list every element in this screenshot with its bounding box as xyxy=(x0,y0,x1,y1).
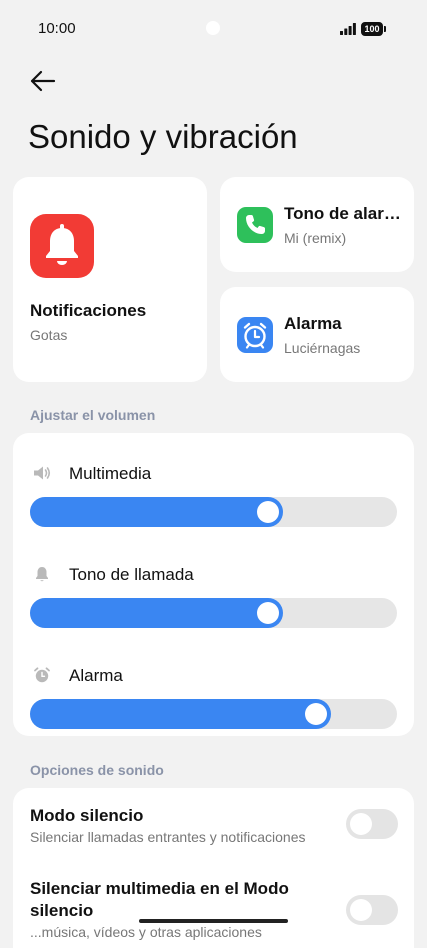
multimedia-volume-slider[interactable] xyxy=(30,497,397,527)
bell-icon xyxy=(30,214,94,278)
front-camera xyxy=(206,21,220,35)
alarm-clock-icon xyxy=(34,667,50,683)
mute-media-title: Silenciar multimedia en el Modo silencio xyxy=(30,879,289,920)
silent-mode-title: Modo silencio xyxy=(30,806,144,825)
status-time: 10:00 xyxy=(38,20,76,37)
notifications-title: Notificaciones xyxy=(30,301,147,320)
slider-thumb[interactable] xyxy=(257,501,279,523)
battery-icon: 100 xyxy=(361,22,386,36)
arrow-left-icon xyxy=(30,70,56,92)
volume-row-alarm: Alarma xyxy=(13,645,414,735)
mute-media-subtitle: ...música, vídeos y otras aplicaciones xyxy=(30,924,262,940)
toggle-knob xyxy=(350,899,372,921)
alarm-tone-card[interactable]: Tono de alarma Mi (remix) xyxy=(220,177,414,272)
slider-thumb[interactable] xyxy=(305,703,327,725)
mute-media-toggle[interactable] xyxy=(346,895,398,925)
alarm-volume-slider[interactable] xyxy=(30,699,397,729)
slider-fill xyxy=(30,699,331,729)
volume-label: Tono de llamada xyxy=(69,565,194,584)
alarm-tone-title: Tono de alarma xyxy=(284,204,406,223)
ringtone-volume-slider[interactable] xyxy=(30,598,397,628)
volume-label: Multimedia xyxy=(69,464,152,483)
bell-icon xyxy=(36,567,48,582)
home-indicator[interactable] xyxy=(139,919,288,923)
silent-mode-subtitle: Silenciar llamadas entrantes y notificac… xyxy=(30,829,306,845)
signal-icon xyxy=(340,23,356,35)
volume-row-multimedia: Multimedia xyxy=(13,443,414,533)
sound-options-card: Modo silencio Silenciar llamadas entrant… xyxy=(13,788,414,948)
speaker-icon xyxy=(34,466,51,480)
notifications-card[interactable]: Notificaciones Gotas xyxy=(13,177,207,382)
alarm-title: Alarma xyxy=(284,314,342,333)
alarm-tone-subtitle: Mi (remix) xyxy=(284,230,347,246)
notifications-subtitle: Gotas xyxy=(30,327,68,343)
page-title: Sonido y vibración xyxy=(28,118,298,155)
slider-thumb[interactable] xyxy=(257,602,279,624)
alarm-subtitle: Luciérnagas xyxy=(284,340,361,356)
volume-label: Alarma xyxy=(69,666,123,685)
slider-fill xyxy=(30,598,283,628)
volume-card: Multimedia Tono de llamada Alarma xyxy=(13,433,414,736)
phone-icon xyxy=(237,207,273,243)
slider-fill xyxy=(30,497,283,527)
alarm-card[interactable]: Alarma Luciérnagas xyxy=(220,287,414,382)
status-bar: 10:00 100 xyxy=(0,0,427,56)
silent-mode-toggle[interactable] xyxy=(346,809,398,839)
toggle-knob xyxy=(350,813,372,835)
volume-row-ringtone: Tono de llamada xyxy=(13,544,414,634)
sound-options-section-title: Opciones de sonido xyxy=(30,762,164,778)
back-button[interactable] xyxy=(28,66,58,96)
volume-section-title: Ajustar el volumen xyxy=(30,407,156,423)
alarm-clock-icon xyxy=(237,317,273,353)
